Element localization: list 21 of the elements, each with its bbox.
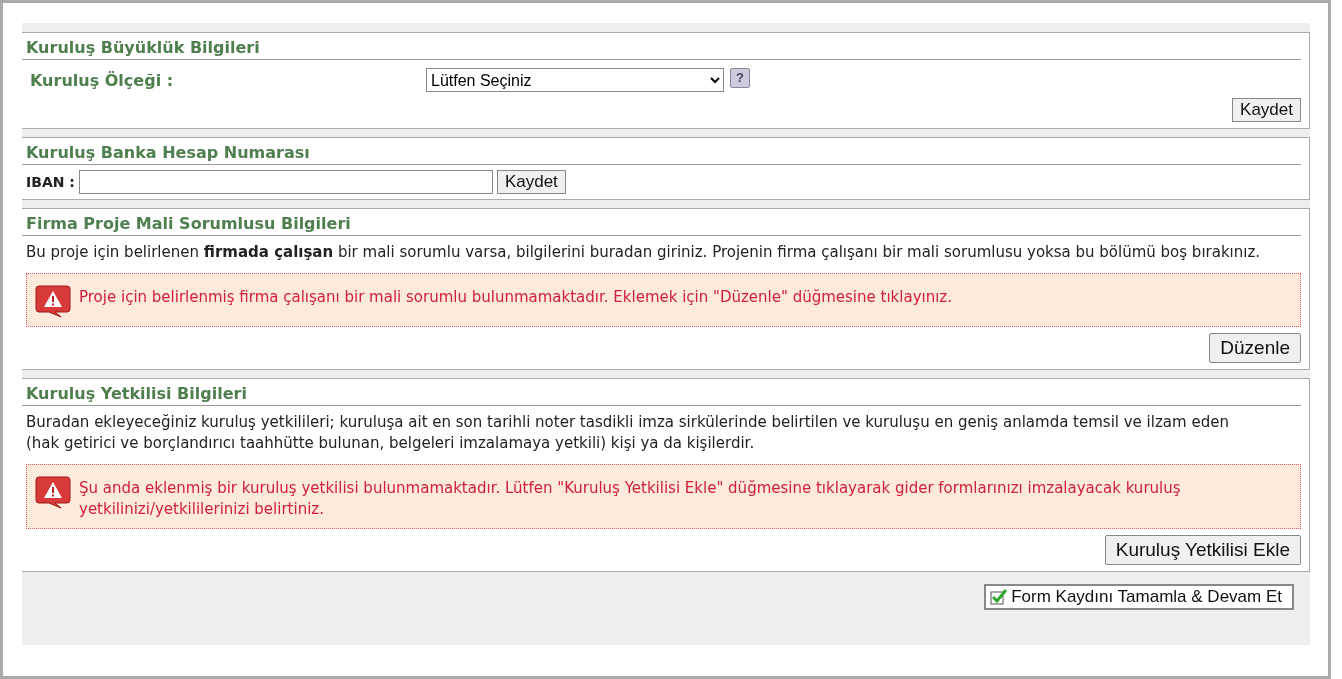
alert-message: Şu anda eklenmiş bir kuruluş yetkilisi bulunmamaktadır. Lütfen "Kuruluş Yetkilisi Ekle" düğmesine tıklayarak gider formlarınızı imzalayacak kuruluş yetkilinizi/yetkililerinizi belirtiniz.	[79, 478, 1182, 520]
action-button[interactable]: Düzenle	[1209, 333, 1301, 363]
checkbox-checked-icon	[990, 588, 1009, 606]
section-title: Kuruluş Büyüklük Bilgileri	[22, 33, 1301, 60]
field-label: Kuruluş Ölçeği :	[30, 70, 175, 90]
action-button[interactable]: Kuruluş Yetkilisi Ekle	[1104, 535, 1301, 565]
section-title: Firma Proje Mali Sorumlusu Bilgileri	[22, 209, 1301, 236]
save-button[interactable]: Kaydet	[1232, 98, 1301, 122]
warning-icon	[35, 475, 71, 509]
description: Buradan ekleyeceğiniz kuruluş yetkilileri; kuruluşa ait en son tarihli noter tasdikli imza sirkülerinde belirtilen ve kuruluşu en geniş anlamda temsil ve ilzam eden (hak getirici ve borçlandırıcı taahhütte bulunan, belgeleri imzalamaya yetkili) kişi ya da kişilerdir.	[25, 412, 1230, 454]
scale-dropdown[interactable]: Lütfen Seçiniz	[426, 68, 724, 92]
iban-field[interactable]	[78, 170, 493, 194]
help-button[interactable]: ?	[730, 68, 750, 88]
description: Bu proje için belirlenen firmada çalışan bir mali sorumlu varsa, bilgilerini buradan giriniz. Projenin firma çalışanı bir mali sorumlusu yoksa bu bölümü boş bırakınız.	[25, 242, 1262, 263]
alert-message: Proje için belirlenmiş firma çalışanı bir mali sorumlu bulunmamaktadır. Eklemek için "Düzenle" düğmesine tıklayınız.	[79, 287, 952, 308]
save-button[interactable]: Kaydet	[496, 170, 566, 194]
complete-button[interactable]: Form Kaydını Tamamla & Devam Et	[984, 584, 1294, 610]
section-title: Kuruluş Yetkilisi Bilgileri	[22, 379, 1301, 406]
section-title: Kuruluş Banka Hesap Numarası	[22, 138, 1301, 165]
warning-icon	[35, 284, 71, 318]
field-label: IBAN :	[26, 174, 75, 190]
